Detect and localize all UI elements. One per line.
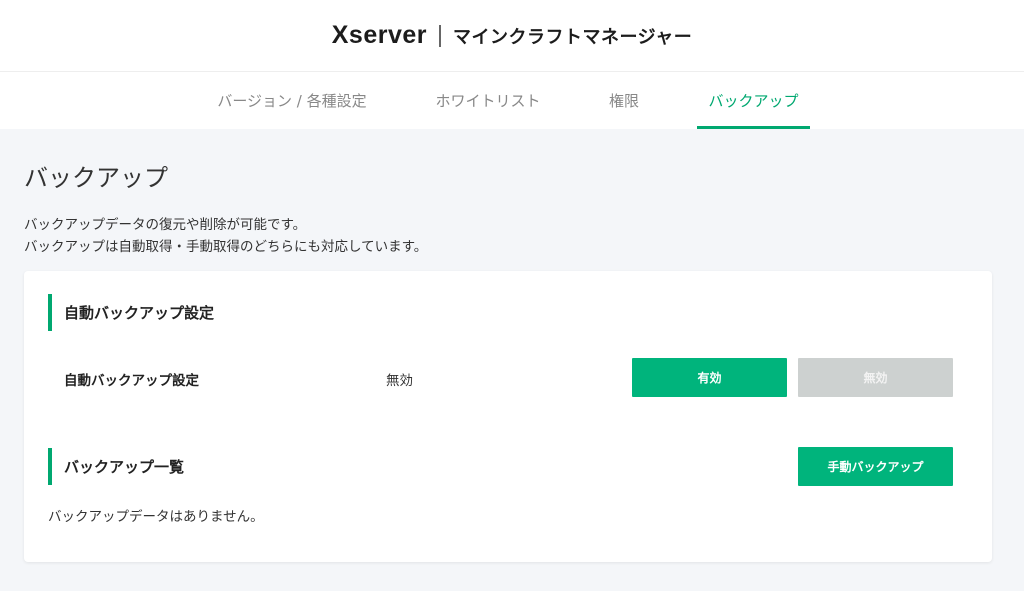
brand[interactable]: Xserver マインクラフトマネージャー xyxy=(332,21,693,50)
tab-bar: バージョン / 各種設定 ホワイトリスト 権限 バックアップ xyxy=(0,72,1024,129)
xserver-logo: Xserver xyxy=(331,21,427,49)
tab-permissions[interactable]: 権限 xyxy=(603,72,645,129)
backup-list-section-title: バックアップ一覧 xyxy=(48,448,184,485)
page-title: バックアップ xyxy=(24,164,168,192)
tab-version-settings[interactable]: バージョン / 各種設定 xyxy=(217,72,367,129)
backup-card: 自動バックアップ設定 自動バックアップ設定 無効 有効 無効 バックアップ一覧 … xyxy=(24,271,992,562)
auto-backup-row-label: 自動バックアップ設定 xyxy=(64,373,199,389)
disable-button[interactable]: 無効 xyxy=(798,358,953,397)
logo-divider xyxy=(439,24,441,47)
description-line-2: バックアップは自動取得・手動取得のどちらにも対応しています。 xyxy=(24,239,428,255)
empty-backup-message: バックアップデータはありません。 xyxy=(48,509,264,525)
app-header: Xserver マインクラフトマネージャー xyxy=(0,0,1024,72)
app-name: マインクラフトマネージャー xyxy=(453,26,693,48)
description-line-1: バックアップデータの復元や削除が可能です。 xyxy=(24,217,307,233)
auto-backup-section-title: 自動バックアップ設定 xyxy=(48,294,214,331)
main-content: バックアップ バックアップデータの復元や削除が可能です。 バックアップは自動取得… xyxy=(0,129,1024,562)
tab-backup[interactable]: バックアップ xyxy=(697,72,810,129)
page-description: バックアップデータの復元や削除が可能です。 バックアップは自動取得・手動取得のど… xyxy=(24,214,1000,258)
manual-backup-button[interactable]: 手動バックアップ xyxy=(798,447,953,486)
tab-whitelist[interactable]: ホワイトリスト xyxy=(432,72,544,129)
auto-backup-status: 無効 xyxy=(386,373,413,389)
enable-button[interactable]: 有効 xyxy=(632,358,787,397)
